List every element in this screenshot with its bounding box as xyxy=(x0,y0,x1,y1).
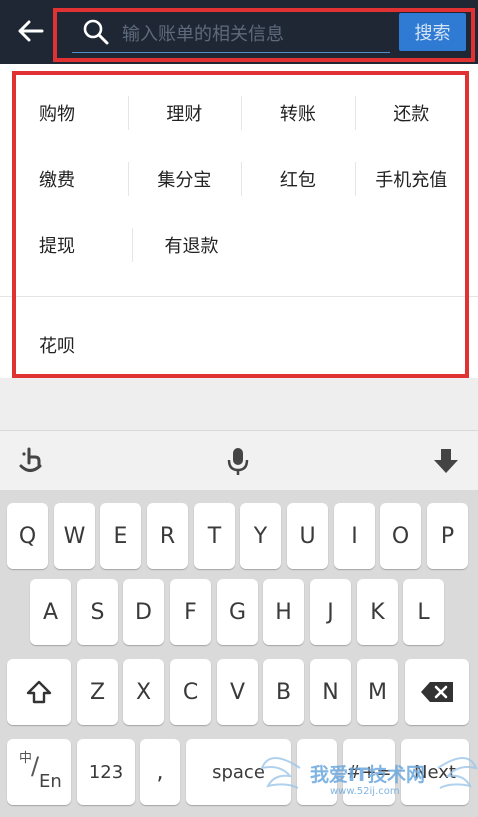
hide-keyboard-icon[interactable] xyxy=(430,445,462,477)
search-input[interactable] xyxy=(120,20,386,48)
backspace-icon xyxy=(421,682,453,702)
key-o[interactable]: O xyxy=(380,503,421,569)
key-x[interactable]: X xyxy=(123,659,164,725)
key-g[interactable]: G xyxy=(217,579,258,645)
space-key[interactable]: space xyxy=(186,739,291,805)
category-bills[interactable]: 缴费 xyxy=(13,162,128,196)
category-row: 缴费 集分宝 红包 手机充值 xyxy=(13,146,468,212)
category-red-packet[interactable]: 红包 xyxy=(241,162,354,196)
key-t[interactable]: T xyxy=(194,503,235,569)
category-shopping[interactable]: 购物 xyxy=(13,96,128,130)
key-b[interactable]: B xyxy=(263,659,304,725)
microphone-icon[interactable] xyxy=(222,445,254,477)
key-e[interactable]: E xyxy=(100,503,141,569)
key-l[interactable]: L xyxy=(403,579,444,645)
shift-icon xyxy=(26,680,52,704)
key-w[interactable]: W xyxy=(54,503,95,569)
key-m[interactable]: M xyxy=(357,659,398,725)
key-c[interactable]: C xyxy=(170,659,211,725)
key-u[interactable]: U xyxy=(287,503,328,569)
key-d[interactable]: D xyxy=(123,579,164,645)
next-key[interactable]: Next xyxy=(401,739,469,805)
search-icon xyxy=(83,19,109,45)
backspace-key[interactable] xyxy=(405,659,469,725)
lang-en-label: En xyxy=(39,771,62,792)
key-n[interactable]: N xyxy=(310,659,351,725)
key-q[interactable]: Q xyxy=(7,503,48,569)
symbols-key[interactable]: #+= xyxy=(343,739,395,805)
lang-slash: / xyxy=(31,752,40,780)
category-finance[interactable]: 理财 xyxy=(127,96,241,130)
key-j[interactable]: J xyxy=(310,579,351,645)
divider xyxy=(0,296,478,297)
top-bar: 搜索 xyxy=(0,0,478,64)
arrow-left-icon xyxy=(18,20,44,42)
search-box[interactable] xyxy=(72,12,390,53)
keyboard-toolbar xyxy=(0,430,478,491)
key-h[interactable]: H xyxy=(263,579,304,645)
key-p[interactable]: P xyxy=(427,503,468,569)
category-repayment[interactable]: 还款 xyxy=(354,96,468,130)
category-row: 购物 理财 转账 还款 xyxy=(13,80,468,146)
category-panel: 购物 理财 转账 还款 缴费 集分宝 红包 手机充值 提现 有退款 花呗 xyxy=(0,72,478,378)
emoji-icon[interactable] xyxy=(16,445,48,477)
key-k[interactable]: K xyxy=(357,579,398,645)
keyboard: Q W E R T Y U I O P A S D F G H J K L Z … xyxy=(0,490,478,817)
key-y[interactable]: Y xyxy=(240,503,281,569)
category-grid: 购物 理财 转账 还款 缴费 集分宝 红包 手机充值 提现 有退款 xyxy=(13,80,468,278)
background-area xyxy=(0,378,478,430)
shift-key[interactable] xyxy=(7,659,71,725)
key-f[interactable]: F xyxy=(170,579,211,645)
category-huabei[interactable]: 花呗 xyxy=(39,332,75,358)
category-points[interactable]: 集分宝 xyxy=(127,162,241,196)
search-button[interactable]: 搜索 xyxy=(399,13,466,51)
language-switch-key[interactable]: 中 / En xyxy=(7,739,71,805)
category-mobile-topup[interactable]: 手机充值 xyxy=(354,162,468,196)
key-i[interactable]: I xyxy=(334,503,375,569)
period-key[interactable] xyxy=(297,739,337,805)
comma-key[interactable]: , xyxy=(140,739,180,805)
key-s[interactable]: S xyxy=(77,579,118,645)
category-row: 提现 有退款 xyxy=(13,212,468,278)
back-button[interactable] xyxy=(16,16,46,46)
key-r[interactable]: R xyxy=(147,503,188,569)
category-withdraw[interactable]: 提现 xyxy=(13,228,132,262)
key-z[interactable]: Z xyxy=(77,659,118,725)
numbers-key[interactable]: 123 xyxy=(77,739,135,805)
key-a[interactable]: A xyxy=(30,579,71,645)
category-refund[interactable]: 有退款 xyxy=(132,228,251,262)
key-v[interactable]: V xyxy=(217,659,258,725)
category-transfer[interactable]: 转账 xyxy=(241,96,354,130)
